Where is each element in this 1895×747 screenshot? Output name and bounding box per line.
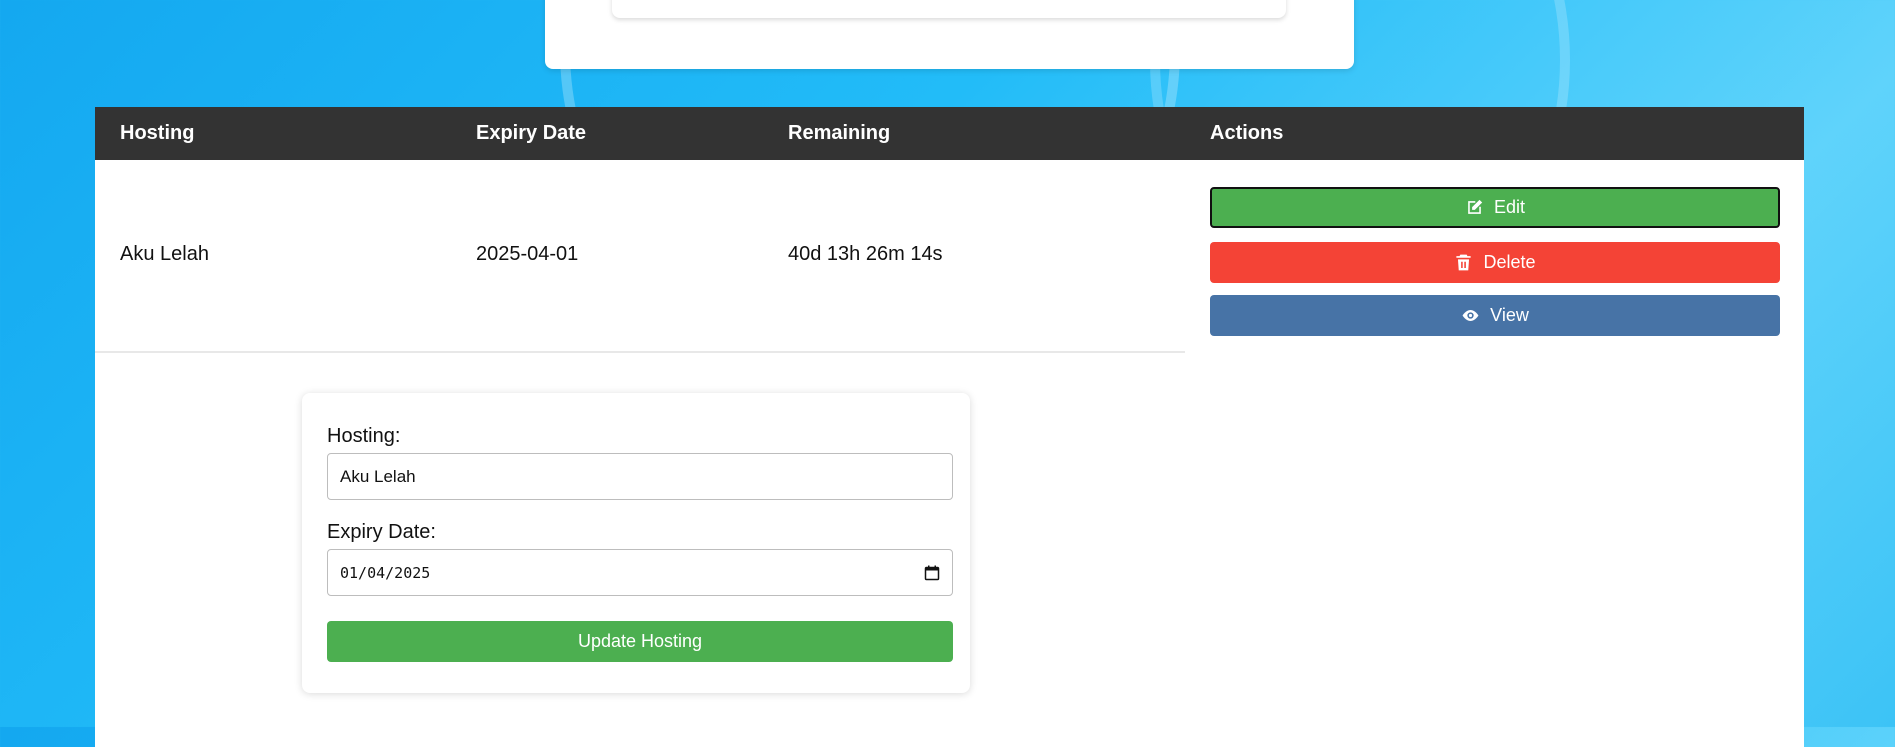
row-divider — [95, 351, 1185, 353]
hosting-table: Hosting Expiry Date Remaining Actions Ak… — [95, 107, 1804, 747]
edit-icon — [1468, 199, 1483, 214]
hosting-input-value: Aku Lelah — [340, 466, 416, 486]
delete-button-label: Delete — [1483, 252, 1536, 272]
expiry-date-value: 01/04/2025 — [340, 563, 431, 582]
trash-icon — [1456, 254, 1472, 271]
header-remaining: Remaining — [788, 122, 891, 144]
update-hosting-button[interactable]: Update Hosting — [327, 621, 953, 662]
header-expiry-date: Expiry Date — [476, 122, 587, 144]
cell-remaining: 40d 13h 26m 14s — [788, 243, 943, 265]
header-hosting: Hosting — [120, 122, 195, 144]
cell-expiry-date: 2025-04-01 — [476, 243, 579, 265]
header-actions: Actions — [1210, 122, 1284, 144]
hosting-input[interactable]: Aku Lelah — [327, 453, 953, 500]
delete-button[interactable]: Delete — [1210, 242, 1780, 283]
edit-hosting-form: Hosting: Aku Lelah Expiry Date: 01/04/20… — [302, 393, 970, 693]
eye-icon — [1462, 309, 1479, 322]
expiry-date-input[interactable]: 01/04/2025 — [327, 549, 953, 596]
edit-button-label: Edit — [1493, 197, 1526, 217]
top-card — [545, 0, 1354, 69]
edit-button[interactable]: Edit — [1210, 187, 1780, 228]
expiry-date-label: Expiry Date: — [327, 521, 436, 543]
cell-hosting: Aku Lelah — [120, 243, 209, 265]
update-hosting-label: Update Hosting — [577, 631, 703, 651]
table-header: Hosting Expiry Date Remaining Actions — [95, 107, 1804, 160]
top-card-inner — [612, 0, 1286, 18]
view-button-label: View — [1490, 305, 1529, 325]
hosting-label: Hosting: — [327, 425, 401, 447]
view-button[interactable]: View — [1210, 295, 1780, 336]
calendar-icon[interactable] — [924, 565, 940, 581]
